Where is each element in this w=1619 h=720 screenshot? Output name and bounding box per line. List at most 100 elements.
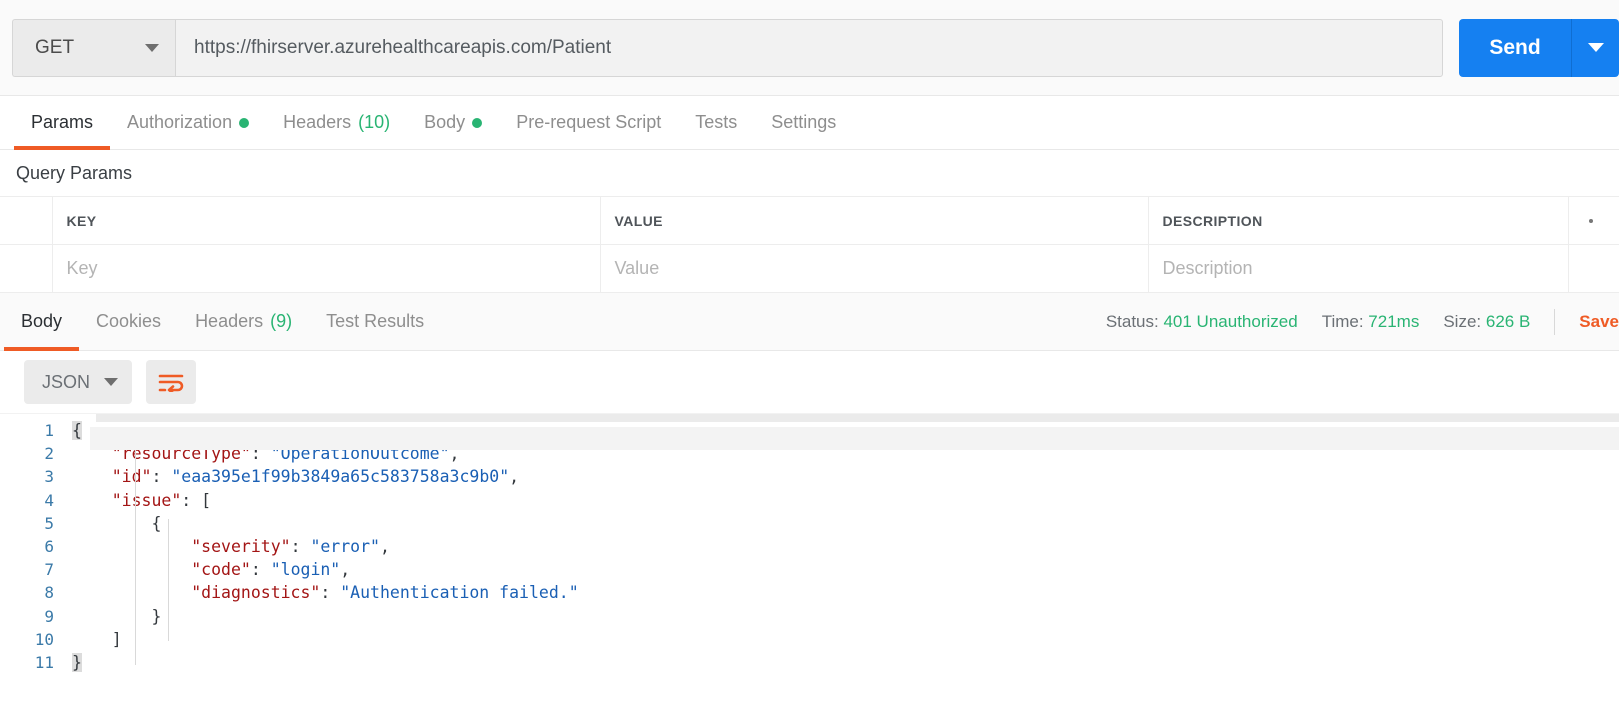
table-header-row: KEY VALUE DESCRIPTION (0, 196, 1619, 245)
size-label: Size: (1443, 311, 1482, 331)
code-token: } (72, 652, 82, 672)
tab-label: Body (21, 311, 63, 331)
bulk-edit-cell[interactable] (1568, 196, 1619, 245)
code-token: } (72, 606, 162, 626)
code-scroll-shadow (96, 414, 1619, 422)
code-token: "Authentication failed." (340, 583, 579, 603)
status-group: Status: 401 Unauthorized (1106, 312, 1298, 332)
line-number: 11 (34, 652, 54, 672)
request-tab-tests[interactable]: Tests (678, 96, 754, 149)
line-text: { (72, 419, 82, 442)
code-token: , (379, 536, 390, 556)
code-line: 6 "severity": "error", (0, 535, 1619, 558)
tab-label: Pre-request Script (516, 112, 662, 132)
tab-label: Cookies (96, 311, 162, 331)
response-tab-test-results[interactable]: Test Results (309, 293, 441, 350)
column-header-description: DESCRIPTION (1148, 196, 1569, 245)
tab-label: Headers (195, 311, 264, 331)
chevron-down-icon (1587, 43, 1604, 52)
tab-label: Body (424, 112, 466, 132)
code-line: 4 "issue": [ (0, 489, 1619, 512)
request-url-bar: GET Send (0, 0, 1619, 96)
response-body-code[interactable]: 1{2 "resourceType": "OperationOutcome", 3… (0, 413, 1619, 715)
response-format-select[interactable]: JSON (24, 360, 132, 404)
line-text: "severity": "error", (72, 535, 390, 558)
code-token: : (290, 536, 311, 556)
code-line: 10 ] (0, 628, 1619, 651)
indent-guide (135, 450, 136, 665)
line-text: { (72, 512, 161, 535)
code-token: : [ (181, 490, 212, 510)
more-options-icon (1583, 218, 1619, 223)
line-number: 10 (34, 629, 54, 649)
line-number: 1 (44, 421, 54, 440)
active-line-highlight (90, 427, 1619, 451)
size-group: Size: 626 B (1443, 312, 1530, 332)
code-token: "diagnostics" (191, 583, 321, 603)
response-tab-headers[interactable]: Headers (9) (178, 293, 309, 350)
query-params-title: Query Params (0, 150, 1619, 196)
line-number: 6 (44, 536, 54, 556)
status-label: Status: (1105, 311, 1159, 331)
line-number: 2 (44, 444, 54, 464)
code-token: "login" (270, 560, 341, 580)
time-group: Time: 721ms (1322, 312, 1420, 332)
row-actions-cell[interactable] (1568, 244, 1619, 293)
response-body-toolbar: JSON (0, 351, 1619, 413)
request-tab-headers[interactable]: Headers (10) (266, 96, 407, 149)
modified-dot-icon (472, 117, 483, 128)
tab-label: Authorization (127, 112, 233, 132)
indent-guide (168, 519, 169, 641)
send-button[interactable]: Send (1459, 18, 1571, 77)
request-tab-settings[interactable]: Settings (754, 96, 853, 149)
param-value-input[interactable]: Value (600, 244, 1149, 293)
code-line: 5 { (0, 512, 1619, 535)
response-tab-cookies[interactable]: Cookies (79, 293, 178, 350)
word-wrap-icon (158, 374, 184, 392)
request-url-input[interactable] (175, 18, 1443, 77)
code-line: 3 "id": "eaa395e1f99b3849a65c583758a3c9b… (0, 465, 1619, 488)
param-description-input[interactable]: Description (1148, 244, 1569, 293)
line-text: "diagnostics": "Authentication failed." (72, 581, 579, 604)
code-token: "error" (310, 536, 380, 556)
response-tab-body[interactable]: Body (4, 293, 80, 351)
line-number: 4 (44, 490, 54, 510)
line-number: 7 (44, 560, 54, 580)
line-text: ] (72, 628, 122, 651)
size-value: 626 B (1485, 311, 1531, 331)
line-text: "id": "eaa395e1f99b3849a65c583758a3c9b0"… (72, 465, 519, 488)
tab-count: (9) (270, 311, 293, 331)
row-checkbox-cell[interactable] (0, 244, 53, 293)
code-token: : (250, 560, 271, 580)
http-method-value: GET (35, 36, 75, 58)
response-tab-bar: Body Cookies Headers (9) Test Results (0, 293, 441, 351)
param-key-input[interactable]: Key (52, 244, 601, 293)
request-tab-body[interactable]: Body (407, 96, 499, 149)
chevron-down-icon (145, 43, 159, 52)
line-number: 9 (44, 606, 54, 626)
code-token: : (320, 583, 341, 603)
request-tab-authorization[interactable]: Authorization (110, 96, 266, 149)
code-token: , (509, 467, 520, 487)
code-token: { (72, 421, 82, 440)
code-line: 11} (0, 651, 1619, 674)
line-number: 5 (44, 513, 54, 533)
code-token: ] (72, 629, 122, 649)
line-text: } (72, 651, 82, 674)
tab-count: (10) (358, 112, 391, 132)
column-header-value: VALUE (600, 196, 1149, 245)
word-wrap-toggle[interactable] (146, 360, 196, 404)
line-text: } (72, 605, 161, 628)
code-line: 9 } (0, 605, 1619, 628)
status-value: 401 Unauthorized (1163, 311, 1298, 331)
response-meta: Status: 401 Unauthorized Time: 721ms Siz… (1106, 293, 1619, 350)
save-response-button[interactable]: Save (1579, 312, 1619, 332)
http-method-select[interactable]: GET (12, 18, 175, 77)
tab-label: Test Results (326, 311, 425, 331)
send-options-button[interactable] (1571, 18, 1619, 77)
request-tab-pre-request-script[interactable]: Pre-request Script (499, 96, 678, 149)
request-tab-params[interactable]: Params (14, 96, 111, 150)
